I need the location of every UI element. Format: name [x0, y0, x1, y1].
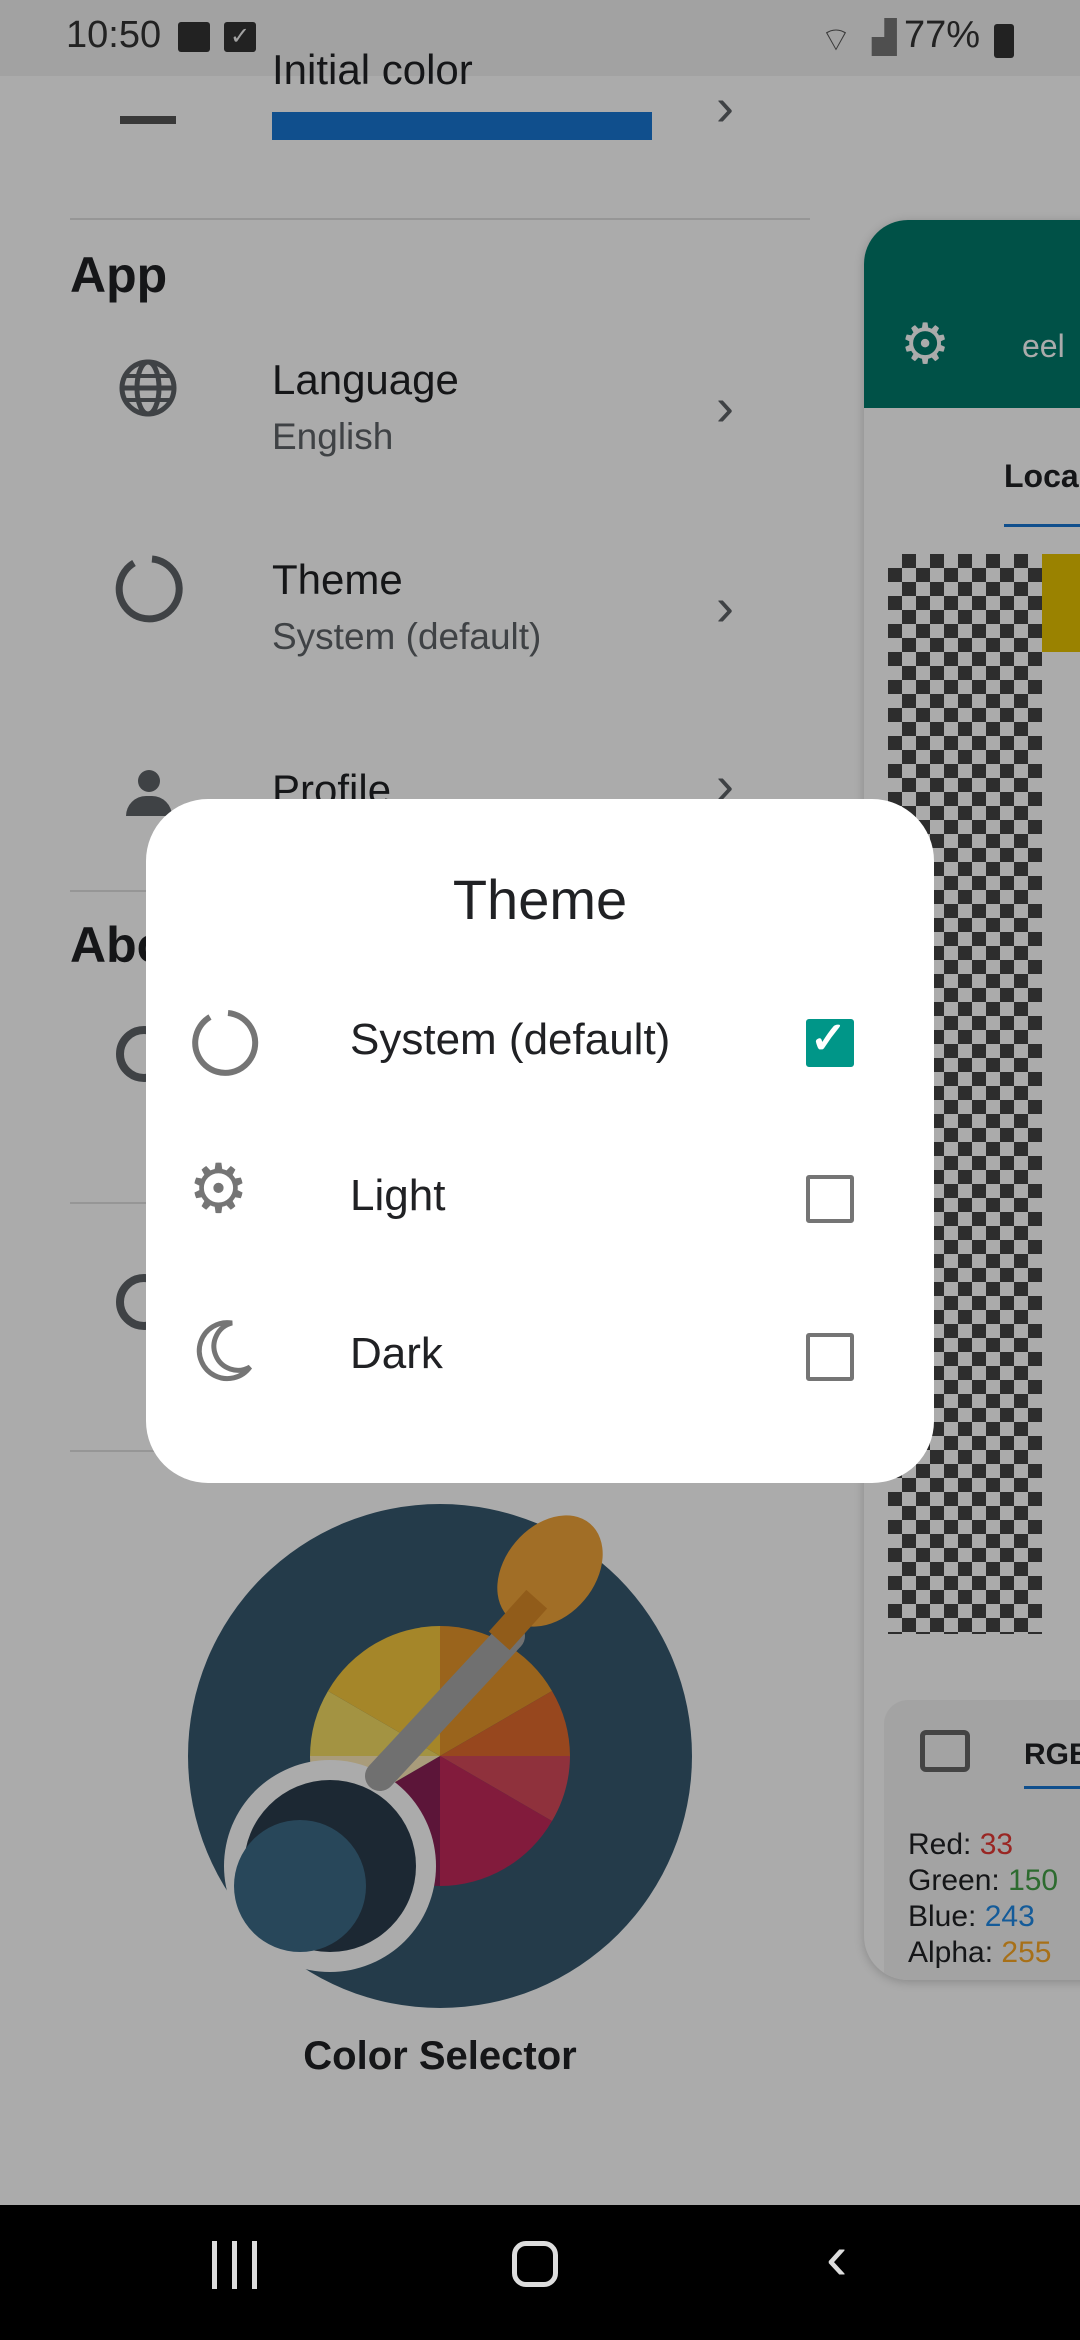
back-button[interactable]: ‹ — [826, 2225, 847, 2289]
light-checkbox[interactable] — [806, 1175, 854, 1223]
dialog-title: Theme — [452, 868, 628, 931]
check-icon: ✓ — [810, 1014, 847, 1063]
option-system[interactable]: System (default) ✓ — [146, 999, 934, 1143]
sun-icon: ⚙ — [188, 1151, 249, 1227]
option-dark[interactable]: Dark — [146, 1313, 934, 1457]
system-nav-bar: ‹ — [0, 2205, 1080, 2340]
option-label: Light — [350, 1171, 446, 1220]
option-label: Dark — [350, 1329, 443, 1378]
system-theme-icon — [192, 1010, 259, 1076]
moon-icon — [196, 1320, 253, 1382]
option-light[interactable]: ⚙ Light — [146, 1155, 934, 1299]
option-label: System (default) — [350, 1015, 671, 1064]
dark-checkbox[interactable] — [806, 1333, 854, 1381]
theme-dialog: Theme System (default) ✓ ⚙ Light Dark — [146, 799, 934, 1483]
recents-button[interactable] — [212, 2241, 258, 2289]
home-button[interactable] — [512, 2241, 558, 2287]
